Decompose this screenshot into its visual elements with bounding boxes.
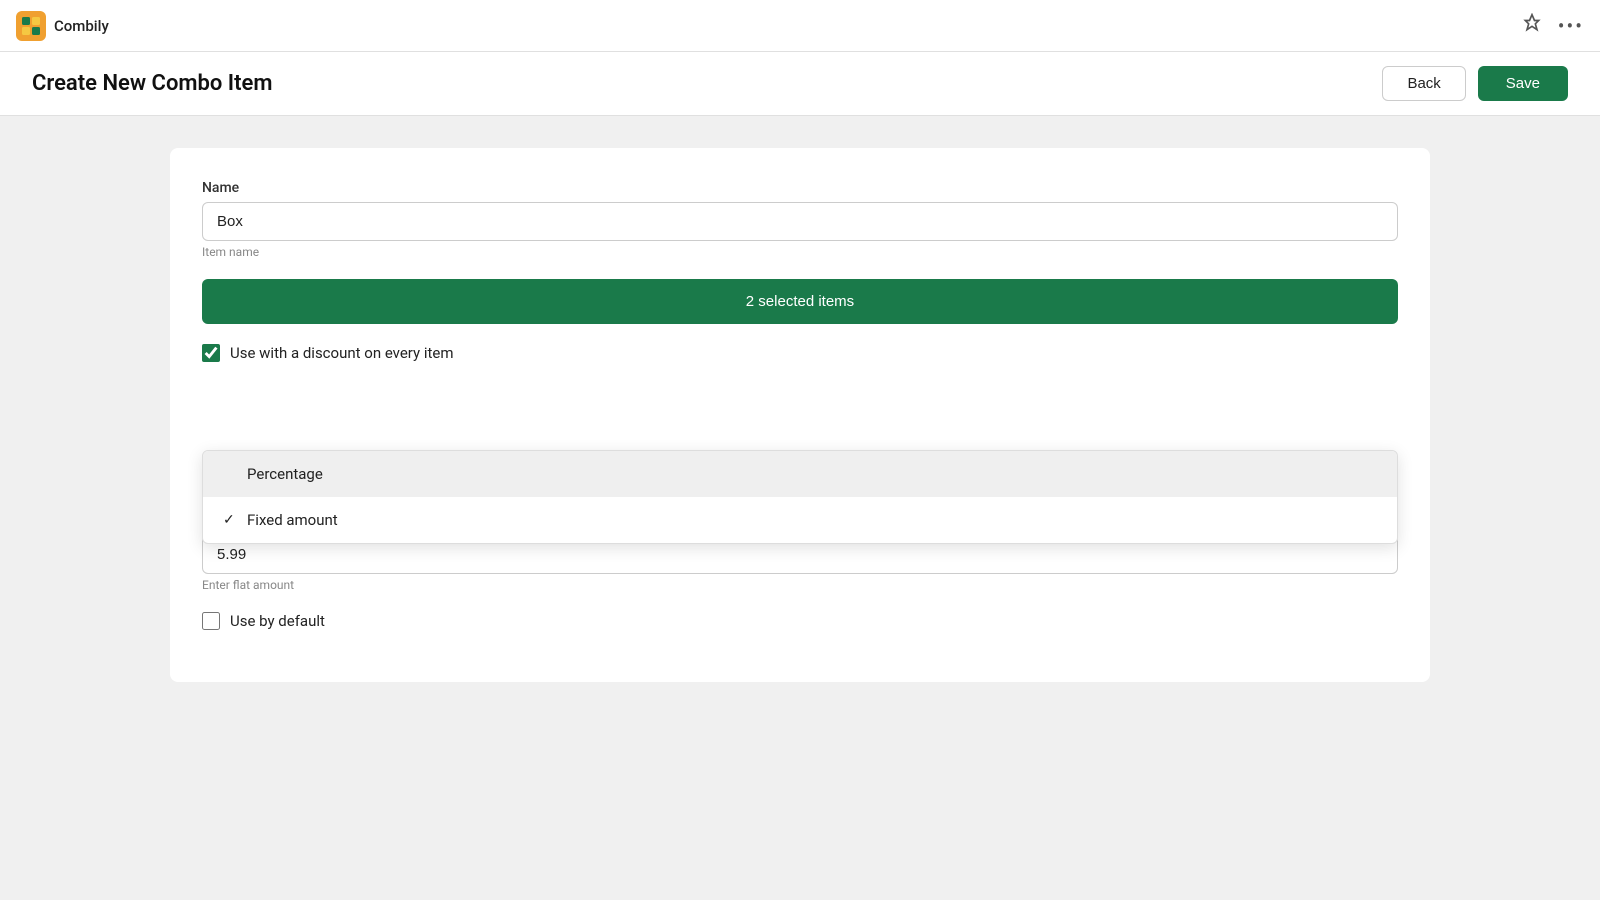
use-by-default-checkbox[interactable] (202, 612, 220, 630)
use-by-default-label[interactable]: Use by default (230, 612, 325, 630)
page-title: Create New Combo Item (32, 71, 272, 96)
name-input[interactable] (202, 202, 1398, 241)
check-mark-fixed: ✓ (223, 512, 239, 528)
dropdown-item-fixed-label: Fixed amount (247, 511, 338, 529)
form-card: Name Item name 2 selected items Use with… (170, 148, 1430, 682)
back-button[interactable]: Back (1382, 66, 1465, 101)
app-name: Combily (54, 17, 109, 35)
value-hint: Enter flat amount (202, 578, 1398, 592)
pin-icon[interactable] (1522, 13, 1542, 38)
page-header: Create New Combo Item Back Save (0, 52, 1600, 116)
discount-type-section: Percentage ✓ Fixed amount Percentage Fix… (202, 452, 1398, 493)
discount-checkbox[interactable] (202, 344, 220, 362)
dropdown-item-percentage-label: Percentage (247, 465, 323, 483)
name-field-group: Name Item name (202, 180, 1398, 259)
header-buttons: Back Save (1382, 66, 1568, 101)
name-label: Name (202, 180, 1398, 196)
app-icon (16, 11, 46, 41)
selected-items-button[interactable]: 2 selected items (202, 279, 1398, 324)
discount-checkbox-label[interactable]: Use with a discount on every item (230, 344, 454, 362)
main-content: Name Item name 2 selected items Use with… (0, 116, 1600, 714)
topbar-right: ••• (1522, 13, 1584, 38)
discount-checkbox-row: Use with a discount on every item (202, 344, 1398, 362)
dropdown-menu: Percentage ✓ Fixed amount (202, 450, 1398, 544)
use-by-default-row: Use by default (202, 612, 1398, 630)
dropdown-item-fixed-amount[interactable]: ✓ Fixed amount (203, 497, 1397, 543)
dropdown-item-percentage[interactable]: Percentage (203, 451, 1397, 497)
name-hint: Item name (202, 245, 1398, 259)
topbar-left: Combily (16, 11, 109, 41)
more-options-icon[interactable]: ••• (1558, 14, 1584, 38)
save-button[interactable]: Save (1478, 66, 1568, 101)
topbar: Combily ••• (0, 0, 1600, 52)
check-mark-percentage (223, 466, 239, 482)
